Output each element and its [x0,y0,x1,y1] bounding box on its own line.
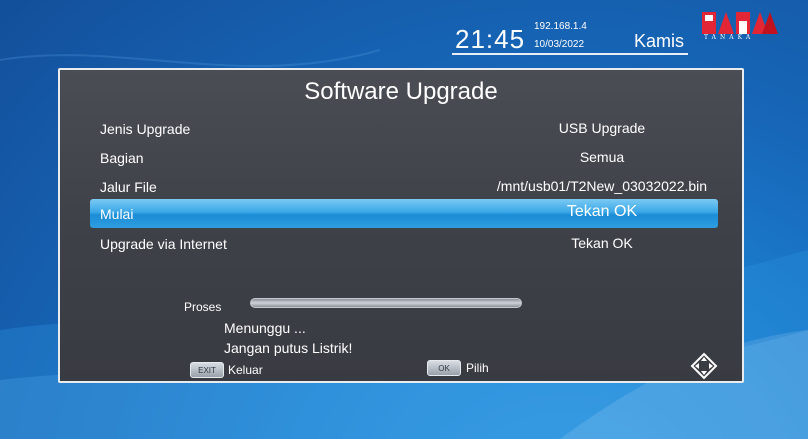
status-divider [452,53,688,55]
warning-message: Jangan putus Listrik! [224,340,353,356]
row-value: Tekan OK [571,235,633,251]
row-start[interactable]: Mulai Tekan OK [90,199,718,228]
row-upgrade-internet[interactable]: Upgrade via Internet Tekan OK [90,229,718,258]
row-label: Mulai [100,206,134,222]
ok-key-button[interactable]: OK [427,360,461,376]
row-label: Upgrade via Internet [100,236,227,252]
brand-logo-text: TANAKA [704,34,755,41]
status-message: Menunggu ... [224,320,306,336]
progress-bar [250,298,522,308]
row-value: Semua [579,149,625,165]
row-value: USB Upgrade [558,120,646,136]
row-section[interactable]: Bagian Semua [90,143,718,172]
progress-label: Proses [184,300,222,314]
dialog-title: Software Upgrade [304,78,498,105]
day-of-week: Kamis [634,31,685,51]
exit-key-button[interactable]: EXIT [190,362,224,378]
clock-time: 21:45 [455,24,526,54]
row-value: /mnt/usb01/T2New_03032022.bin [496,178,708,194]
navigate-arrows-icon [690,352,718,380]
ip-address: 192.168.1.4 [534,21,587,32]
software-upgrade-dialog: Software Upgrade Jenis Upgrade USB Upgra… [58,68,744,383]
row-label: Bagian [100,150,144,166]
row-value: Tekan OK [566,203,638,220]
row-label: Jenis Upgrade [100,121,191,137]
row-upgrade-type[interactable]: Jenis Upgrade USB Upgrade [90,114,718,143]
row-label: Jalur File [100,179,157,195]
select-label: Pilih [466,361,489,375]
exit-label: Keluar [228,363,263,377]
date-text: 10/03/2022 [534,39,585,50]
row-file-path[interactable]: Jalur File /mnt/usb01/T2New_03032022.bin [90,172,718,201]
